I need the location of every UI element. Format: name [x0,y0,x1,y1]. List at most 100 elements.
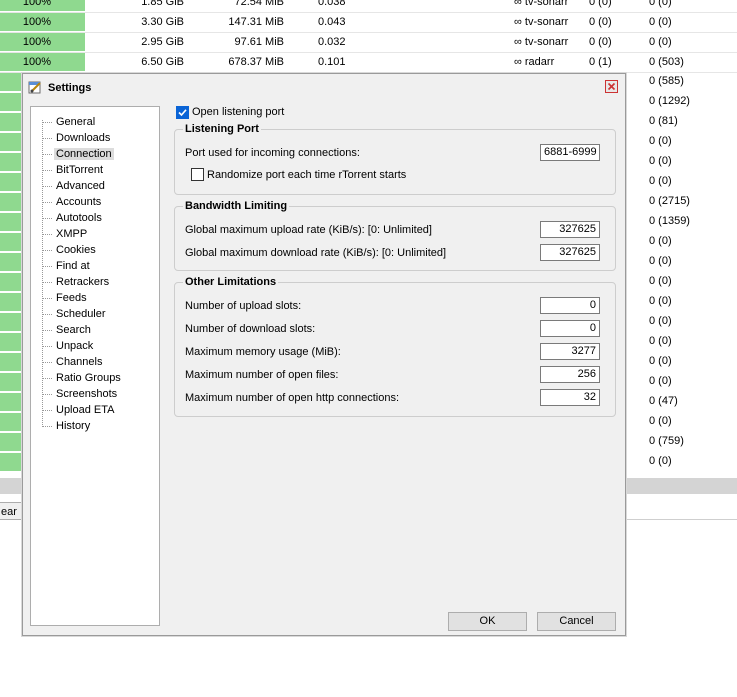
tree-connector [42,345,52,347]
upload-rate-input[interactable]: 327625 [540,221,600,238]
progress-bar: 100% [0,0,85,11]
download-slots-input[interactable]: 0 [540,320,600,337]
port-input[interactable]: 6881-6999 [540,144,600,161]
tree-item-label: Ratio Groups [56,372,121,384]
tree-connector [42,393,52,395]
tree-item-general[interactable]: General [42,114,97,130]
table-row[interactable]: 100% 2.95 GiB 97.61 MiB 0.032 ∞ tv-sonar… [0,32,737,53]
progress-bar [0,133,22,151]
http-connections-input[interactable]: 32 [540,389,600,406]
size-cell: 2.95 GiB [141,36,184,48]
tree-item-label: Upload ETA [56,404,115,416]
progress-bar [0,413,22,431]
close-button[interactable] [605,80,618,93]
tree-item-screenshots[interactable]: Screenshots [42,386,119,402]
peers-cell: 0 (2715) [649,195,690,207]
tree-item-scheduler[interactable]: Scheduler [42,306,108,322]
progress-bar [0,113,22,131]
progress-bar [0,93,22,111]
memory-usage-input[interactable]: 3277 [540,343,600,360]
peers-cell: 0 (503) [649,56,684,68]
table-row[interactable]: 100% 6.50 GiB 678.37 MiB 0.101 ∞ radarr … [0,52,737,73]
tree-item-label: Connection [54,148,114,160]
tree-connector [42,313,52,315]
peers-cell: 0 (759) [649,435,684,447]
tree-item-upload-eta[interactable]: Upload ETA [42,402,117,418]
tree-item-advanced[interactable]: Advanced [42,178,107,194]
clear-button[interactable]: ear [0,502,22,520]
tree-item-cookies[interactable]: Cookies [42,242,98,258]
open-port-checkbox[interactable] [176,106,189,119]
tree-item-ratio-groups[interactable]: Ratio Groups [42,370,123,386]
randomize-port-checkbox[interactable] [191,168,204,181]
tree-item-label: Accounts [56,196,102,208]
cancel-button[interactable]: Cancel [537,612,616,631]
tree-item-label: XMPP [56,228,88,240]
tree-item-label: Downloads [56,132,111,144]
tree-item-downloads[interactable]: Downloads [42,130,112,146]
group-title: Bandwidth Limiting [183,200,290,212]
tree-item-search[interactable]: Search [42,322,93,338]
divider [626,519,737,520]
tree-item-history[interactable]: History [42,418,92,434]
ratio-cell: 0.043 [318,16,346,28]
peers-cell: 0 (0) [649,175,672,187]
peers-cell: 0 (47) [649,395,678,407]
open-port-label[interactable]: Open listening port [192,106,284,118]
peers-cell: 0 (0) [649,36,672,48]
progress-bar [0,353,22,371]
tree-item-feeds[interactable]: Feeds [42,290,89,306]
group-title: Other Limitations [183,276,279,288]
tree-item-channels[interactable]: Channels [42,354,104,370]
tree-item-label: Find at [56,260,90,272]
download-rate-input[interactable]: 327625 [540,244,600,261]
ratio-cell: 0.101 [318,56,346,68]
tree-item-retrackers[interactable]: Retrackers [42,274,111,290]
tree-item-connection[interactable]: Connection [42,146,114,162]
peers-cell: 0 (0) [649,455,672,467]
peers-cell: 0 (0) [649,16,672,28]
download-rate-label: Global maximum download rate (KiB/s): [0… [185,247,447,259]
tree-item-autotools[interactable]: Autotools [42,210,104,226]
table-row[interactable]: 100% 3.30 GiB 147.31 MiB 0.043 ∞ tv-sona… [0,12,737,33]
tree-connector [42,201,52,203]
downloaded-cell: 97.61 MiB [234,36,284,48]
progress-bar [0,313,22,331]
peers-cell: 0 (0) [649,235,672,247]
tree-connector [42,265,52,267]
tree-item-xmpp[interactable]: XMPP [42,226,89,242]
dialog-titlebar[interactable]: Settings [23,74,625,100]
peers-cell: 0 (0) [649,155,672,167]
progress-bar: 100% [0,13,85,31]
tree-item-accounts[interactable]: Accounts [42,194,103,210]
progress-bar [0,333,22,351]
open-files-input[interactable]: 256 [540,366,600,383]
bandwidth-group: Bandwidth Limiting [174,200,616,271]
tree-item-unpack[interactable]: Unpack [42,338,95,354]
progress-bar [0,433,22,451]
tree-item-find-at[interactable]: Find at [42,258,92,274]
seeds-cell: 0 (0) [589,0,612,8]
tree-item-bittorrent[interactable]: BitTorrent [42,162,105,178]
progress-bar: 100% [0,33,85,51]
progress-bar [0,193,22,211]
tree-connector [42,297,52,299]
tree-item-label: BitTorrent [56,164,104,176]
tree-item-label: Search [56,324,91,336]
tree-item-label: Autotools [56,212,102,224]
tree-item-label: Unpack [56,340,94,352]
downloaded-cell: 147.31 MiB [228,16,284,28]
ok-button[interactable]: OK [448,612,527,631]
upload-slots-input[interactable]: 0 [540,297,600,314]
peers-cell: 0 (0) [649,275,672,287]
seeds-cell: 0 (0) [589,16,612,28]
seeds-cell: 0 (1) [589,56,612,68]
ratio-cell: 0.032 [318,36,346,48]
label-cell: ∞ radarr [514,56,555,68]
tree-connector [42,377,52,379]
peers-cell: 0 (0) [649,335,672,347]
randomize-port-label[interactable]: Randomize port each time rTorrent starts [207,169,406,181]
size-cell: 3.30 GiB [141,16,184,28]
checkmark-icon [178,109,187,117]
label-cell: ∞ tv-sonarr [514,16,569,28]
